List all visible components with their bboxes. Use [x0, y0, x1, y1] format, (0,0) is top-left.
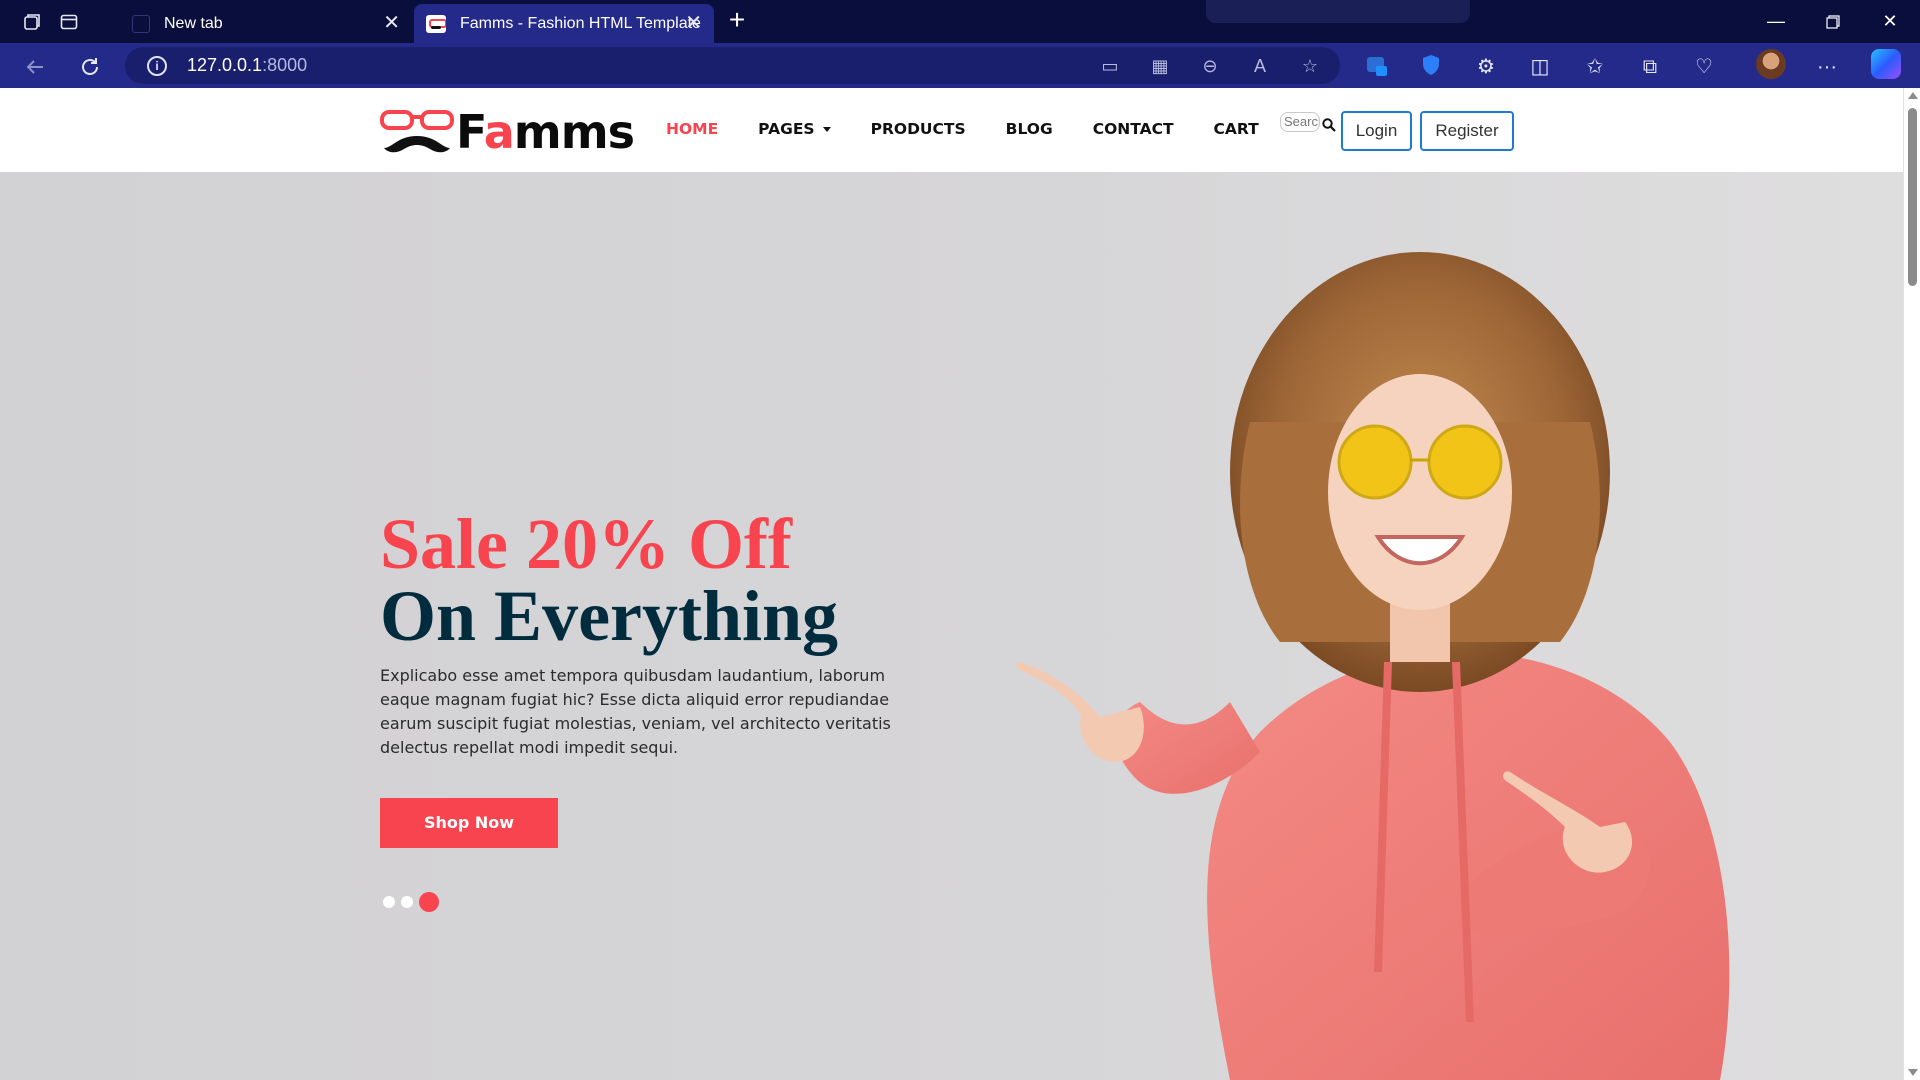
zoom-out-icon[interactable]: ⊖: [1199, 55, 1221, 77]
hero-model-image: [1016, 252, 1730, 1080]
register-button[interactable]: Register: [1420, 111, 1514, 151]
scroll-up-arrow-icon[interactable]: [1908, 92, 1918, 99]
slider-indicators: [383, 892, 445, 912]
tab-title: New tab: [164, 14, 223, 32]
hero-description: Explicabo esse amet tempora quibusdam la…: [380, 666, 891, 757]
nav-contact[interactable]: CONTACT: [1093, 118, 1174, 140]
search-input[interactable]: Search: [1280, 112, 1320, 132]
window-drag-area: [1206, 0, 1470, 23]
tab-famms[interactable]: Famms - Fashion HTML Template ✕: [414, 4, 714, 43]
favorite-star-icon[interactable]: ☆: [1299, 55, 1321, 77]
close-window-icon[interactable]: ✕: [1867, 6, 1913, 36]
site-header: Famms HOME PAGES PRODUCTS BLOG CONTACT C…: [0, 88, 1903, 172]
workspaces-icon[interactable]: [18, 8, 46, 36]
page-scrollbar[interactable]: [1903, 88, 1920, 1080]
login-button[interactable]: Login: [1341, 111, 1412, 151]
tab-title: Famms - Fashion HTML Template: [460, 14, 701, 32]
browser-essentials-icon[interactable]: ♡: [1691, 54, 1717, 80]
favorites-icon[interactable]: ✩: [1582, 54, 1608, 80]
main-nav: HOME PAGES PRODUCTS BLOG CONTACT CART: [666, 118, 1299, 140]
famms-favicon-icon: [426, 14, 446, 33]
new-tab-favicon-icon: [132, 14, 150, 33]
copilot-icon[interactable]: [1871, 49, 1901, 79]
grid-icon[interactable]: ▦: [1149, 55, 1171, 77]
slider-dot-2[interactable]: [401, 896, 413, 908]
glasses-mustache-logo-icon: [380, 110, 454, 153]
more-options-icon[interactable]: ···: [1814, 54, 1840, 80]
address-bar[interactable]: i 127.0.0.1:8000 ▭ ▦ ⊖ A ☆: [125, 47, 1340, 84]
nav-cart[interactable]: CART: [1214, 118, 1259, 140]
scroll-down-arrow-icon[interactable]: [1908, 1069, 1918, 1076]
shield-icon[interactable]: [1418, 54, 1444, 80]
browser-tab-bar: New tab ✕ Famms - Fashion HTML Template …: [0, 0, 1920, 43]
scrollbar-thumb[interactable]: [1908, 108, 1917, 286]
close-tab-icon[interactable]: ✕: [383, 13, 400, 33]
split-screen-icon[interactable]: ◫: [1527, 54, 1553, 80]
url-host: 127.0.0.1: [187, 55, 263, 75]
nav-blog[interactable]: BLOG: [1006, 118, 1053, 140]
nav-home[interactable]: HOME: [666, 118, 718, 140]
hero-slider: Sale 20% Off On Everything Explicabo ess…: [0, 172, 1903, 1080]
site-logo[interactable]: Famms: [380, 105, 635, 159]
slider-dot-1[interactable]: [383, 896, 395, 908]
site-info-icon[interactable]: i: [147, 56, 167, 76]
shop-now-button[interactable]: Shop Now: [380, 798, 558, 848]
new-tab-plus-icon[interactable]: +: [722, 6, 752, 36]
nav-pages[interactable]: PAGES: [758, 118, 831, 140]
minimize-icon[interactable]: —: [1753, 6, 1799, 36]
restore-icon[interactable]: [1810, 6, 1856, 36]
url-port: :8000: [262, 55, 308, 75]
hero-title-everything: On Everything: [380, 576, 839, 656]
nav-products[interactable]: PRODUCTS: [871, 118, 966, 140]
slider-dot-3-active[interactable]: [419, 892, 439, 912]
back-icon[interactable]: [21, 52, 49, 80]
extensions-puzzle-icon[interactable]: ⚙: [1473, 54, 1499, 80]
browser-toolbar: i 127.0.0.1:8000 ▭ ▦ ⊖ A ☆ ⚙ ◫ ✩ ⧉ ♡ ···: [0, 43, 1920, 88]
nav-pages-label: PAGES: [758, 120, 815, 138]
url-text[interactable]: 127.0.0.1:8000: [187, 55, 307, 76]
hero-title-sale: Sale 20% Off: [380, 504, 792, 584]
app-available-icon[interactable]: ▭: [1099, 55, 1121, 77]
tab-actions-icon[interactable]: [55, 8, 83, 36]
close-tab-icon[interactable]: ✕: [685, 13, 702, 33]
search-icon[interactable]: [1322, 118, 1336, 132]
extension-icon[interactable]: [1364, 54, 1390, 80]
read-aloud-icon[interactable]: A: [1249, 55, 1271, 77]
tab-new-tab[interactable]: New tab ✕: [120, 4, 412, 43]
collections-icon[interactable]: ⧉: [1637, 54, 1663, 80]
refresh-icon[interactable]: [76, 52, 104, 80]
profile-avatar[interactable]: [1756, 49, 1786, 79]
logo-letters-mms: mms: [513, 105, 635, 159]
logo-letter-a: a: [483, 105, 515, 159]
caret-down-icon: [822, 127, 831, 132]
logo-letter-f: F: [456, 105, 485, 159]
page-viewport: Famms HOME PAGES PRODUCTS BLOG CONTACT C…: [0, 88, 1920, 1080]
logo-wordmark: Famms: [456, 105, 635, 159]
